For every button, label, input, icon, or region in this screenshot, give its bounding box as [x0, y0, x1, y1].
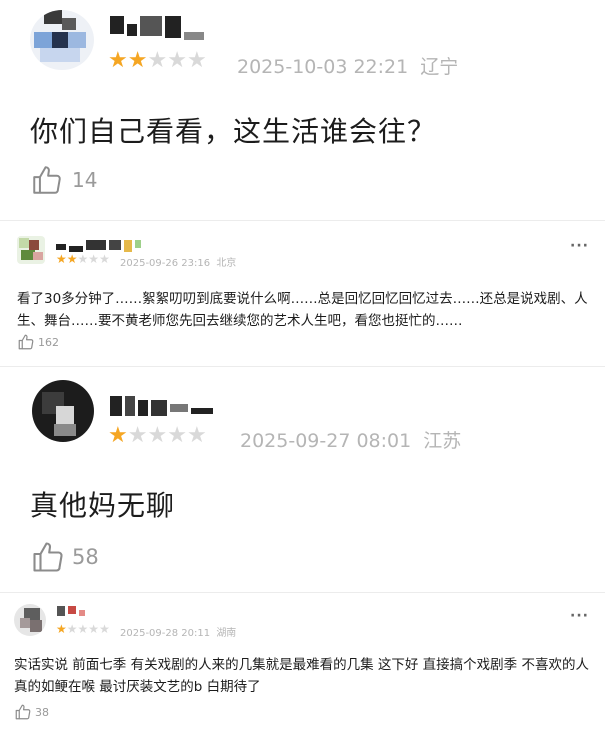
like-count: 14	[72, 168, 98, 192]
like-count: 38	[35, 705, 49, 719]
review-text: 真他妈无聊	[30, 489, 176, 522]
star-empty-icon: ★	[77, 252, 89, 266]
review-date: 2025-09-28 20:11	[120, 628, 211, 639]
star-empty-icon: ★	[147, 48, 168, 73]
more-options-button[interactable]: ···	[570, 238, 589, 254]
username-blurred[interactable]	[57, 606, 85, 616]
star-empty-icon: ★	[147, 423, 168, 448]
divider	[0, 220, 605, 221]
divider	[0, 592, 605, 593]
star-empty-icon: ★	[99, 622, 110, 636]
star-rating: ★ ★ ★ ★ ★	[56, 253, 110, 265]
star-filled-icon: ★	[127, 48, 148, 73]
star-rating: ★ ★ ★ ★ ★	[56, 623, 110, 635]
avatar[interactable]	[32, 380, 94, 442]
star-empty-icon: ★	[127, 423, 148, 448]
star-rating: ★ ★ ★ ★ ★	[108, 425, 207, 447]
divider	[0, 366, 605, 367]
thumbs-up-icon	[15, 704, 31, 720]
username-blurred[interactable]	[56, 240, 141, 252]
like-count: 162	[38, 335, 59, 349]
star-empty-icon: ★	[186, 48, 207, 73]
review-location: 北京	[216, 258, 237, 269]
avatar[interactable]	[14, 604, 46, 636]
star-empty-icon: ★	[77, 622, 89, 636]
review-card: ★ ★ ★ ★ ★ 2025-09-26 23:16 北京 ··· 看了30多分钟了………	[0, 222, 605, 364]
review-location: 江苏	[423, 430, 462, 452]
star-filled-icon: ★	[108, 48, 128, 73]
avatar[interactable]	[30, 10, 94, 70]
star-filled-icon: ★	[108, 423, 128, 448]
like-button[interactable]: 162	[17, 333, 59, 351]
review-date: 2025-10-03 22:21	[237, 56, 409, 78]
star-empty-icon: ★	[66, 622, 78, 636]
review-location: 辽宁	[420, 56, 459, 78]
avatar[interactable]	[17, 236, 45, 264]
like-count: 58	[72, 545, 99, 569]
like-button[interactable]: 38	[14, 703, 49, 721]
star-empty-icon: ★	[88, 252, 100, 266]
like-button[interactable]: 58	[30, 538, 99, 576]
thumbs-up-icon	[18, 334, 34, 350]
review-location: 湖南	[216, 628, 237, 639]
username-blurred[interactable]	[110, 396, 213, 416]
review-card: ★ ★ ★ ★ ★ 2025-10-03 22:21 辽宁 你们自己看看，这生活谁会往？…	[0, 0, 605, 215]
star-rating: ★ ★ ★ ★ ★	[108, 50, 207, 72]
star-filled-icon: ★	[56, 622, 67, 636]
review-text: 实话实说 前面七季 有关戏剧的人来的几集就是最难看的几集 这下好 直接搞个戏剧季…	[14, 657, 589, 695]
star-empty-icon: ★	[88, 622, 100, 636]
star-empty-icon: ★	[167, 48, 187, 73]
star-empty-icon: ★	[99, 252, 110, 266]
review-card: ★ ★ ★ ★ ★ 2025-09-28 20:11 湖南 ··· 实话实说 前面七季 …	[0, 594, 605, 737]
review-date: 2025-09-27 08:01	[240, 430, 412, 452]
review-card: ★ ★ ★ ★ ★ 2025-09-27 08:01 江苏 真他妈无聊 58	[0, 368, 605, 590]
star-filled-icon: ★	[66, 252, 78, 266]
star-empty-icon: ★	[167, 423, 187, 448]
like-button[interactable]: 14	[30, 162, 97, 198]
star-filled-icon: ★	[56, 252, 67, 266]
thumbs-up-icon	[33, 166, 61, 194]
more-options-button[interactable]: ···	[570, 608, 589, 624]
review-text: 看了30多分钟了……絮絮叨叨到底要说什么啊……总是回忆回忆回忆过去……还总是说戏…	[17, 291, 588, 329]
review-text: 你们自己看看，这生活谁会往？	[30, 115, 437, 148]
review-date: 2025-09-26 23:16	[120, 258, 211, 269]
username-blurred[interactable]	[110, 16, 204, 40]
star-empty-icon: ★	[186, 423, 207, 448]
thumbs-up-icon	[33, 542, 63, 572]
